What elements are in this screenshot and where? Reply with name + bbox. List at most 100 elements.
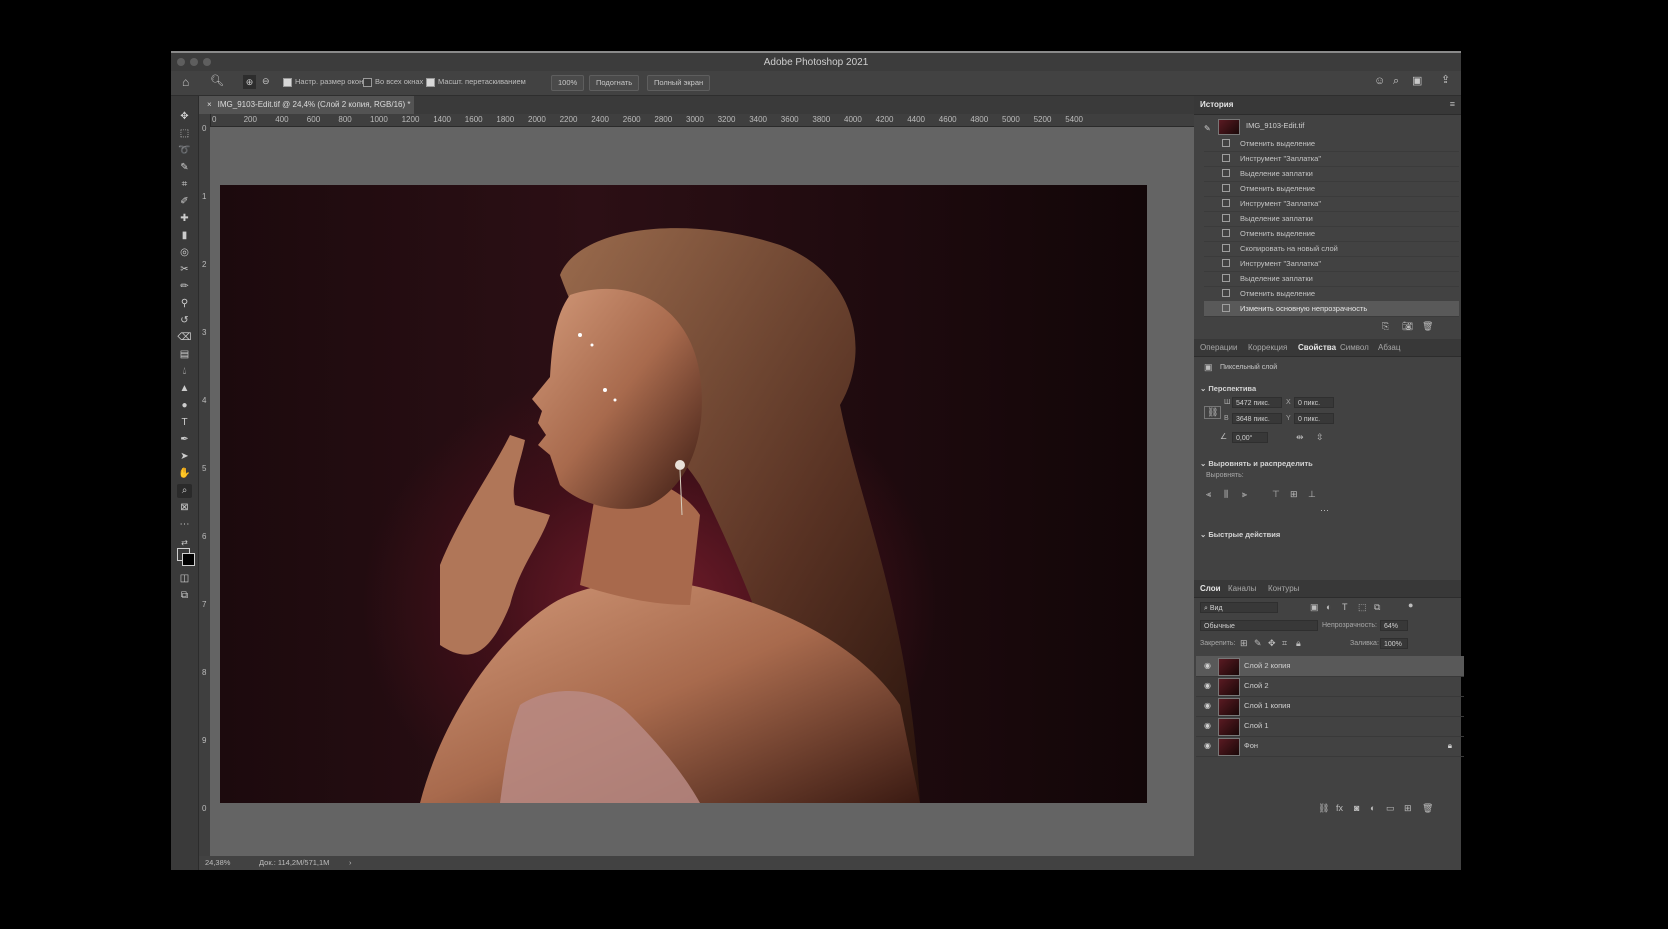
share-icon[interactable]: ⇪ bbox=[1441, 75, 1450, 86]
content-aware-move-icon[interactable]: ✂ bbox=[177, 263, 192, 277]
patch-tool-icon[interactable]: ◎ bbox=[177, 246, 192, 260]
tab-actions[interactable]: Операции bbox=[1200, 343, 1237, 352]
filter-smart-icon[interactable]: ⧉ bbox=[1374, 603, 1380, 612]
history-item[interactable]: Изменить основную непрозрачность bbox=[1204, 301, 1459, 317]
status-arrow-icon[interactable]: › bbox=[349, 856, 352, 870]
hand-tool-icon[interactable]: ✋ bbox=[177, 467, 192, 481]
document-tab[interactable]: × IMG_9103-Edit.tif @ 24,4% (Слой 2 копия… bbox=[199, 96, 414, 114]
zoom-tool-icon[interactable]: ⌕ bbox=[177, 484, 192, 498]
eyedropper-tool-icon[interactable]: ✐ bbox=[177, 195, 192, 209]
flip-horizontal-icon[interactable]: ⇹ bbox=[1296, 433, 1304, 442]
new-group-icon[interactable]: ▭ bbox=[1386, 804, 1395, 813]
zoom-out-icon[interactable]: ⊖ bbox=[262, 77, 270, 86]
add-mask-icon[interactable]: ◙ bbox=[1354, 804, 1359, 813]
lock-artboard-icon[interactable]: ⌗ bbox=[1282, 639, 1287, 648]
tab-paragraph[interactable]: Абзац bbox=[1378, 343, 1400, 352]
gradient-tool-icon[interactable]: ▤ bbox=[177, 348, 192, 362]
horizontal-ruler[interactable]: 0 200 400 600 800 1000 1200 1400 1600 1800 2000 220… bbox=[210, 114, 1318, 127]
link-layers-icon[interactable]: ⛓ bbox=[1318, 804, 1329, 813]
history-item[interactable]: Отменить выделение bbox=[1204, 136, 1459, 152]
history-item[interactable]: Выделение заплатки bbox=[1204, 166, 1459, 182]
workspace-icon[interactable]: ▣ bbox=[1412, 76, 1422, 87]
layer-filter-select[interactable]: ⌕ Вид bbox=[1200, 602, 1278, 613]
crop-tool-icon[interactable]: ⌗ bbox=[177, 178, 192, 192]
eraser-tool-icon[interactable]: ⌫ bbox=[177, 331, 192, 345]
link-dimensions-icon[interactable]: ⛓ bbox=[1204, 406, 1222, 419]
history-brush-source-icon[interactable]: ✎ bbox=[1204, 121, 1211, 137]
search-icon[interactable]: ⌕ bbox=[1393, 76, 1399, 87]
type-tool-icon[interactable]: T bbox=[177, 416, 192, 430]
zoom-tool-preset-icon[interactable]: 🔍︎ bbox=[210, 76, 224, 87]
history-snapshot[interactable]: ✎ IMG_9103-Edit.tif bbox=[1204, 118, 1459, 137]
all-windows-checkbox[interactable]: Во всех окнах bbox=[363, 77, 423, 87]
flip-vertical-icon[interactable]: ⇳ bbox=[1316, 433, 1324, 442]
scrubby-zoom-checkbox[interactable]: Масшт. перетаскиванием bbox=[426, 77, 526, 87]
quick-mask-icon[interactable]: ◫ bbox=[177, 572, 192, 586]
frame-tool-icon[interactable]: ⊠ bbox=[177, 501, 192, 515]
history-item[interactable]: Отменить выделение bbox=[1204, 286, 1459, 302]
lasso-tool-icon[interactable]: ➰ bbox=[177, 144, 192, 158]
panel-menu-icon[interactable]: ≡ bbox=[1450, 100, 1455, 109]
tab-layers[interactable]: Слои bbox=[1200, 584, 1221, 593]
fit-screen-button[interactable]: Подогнать bbox=[589, 75, 640, 91]
dodge-tool-icon[interactable]: ● bbox=[177, 399, 192, 413]
visibility-eye-icon[interactable]: ◉ bbox=[1204, 722, 1213, 730]
delete-layer-icon[interactable]: 🗑︎ bbox=[1422, 804, 1433, 813]
marquee-tool-icon[interactable]: ⬚ bbox=[177, 127, 192, 141]
resize-windows-checkbox[interactable]: Настр. размер окон bbox=[283, 77, 363, 87]
visibility-eye-icon[interactable]: ◉ bbox=[1204, 742, 1213, 750]
align-bottom-icon[interactable]: ⊥ bbox=[1308, 490, 1316, 499]
blend-mode-select[interactable]: Обычные bbox=[1200, 620, 1318, 631]
layer-row[interactable]: ◉ Слой 1 копия bbox=[1196, 696, 1464, 717]
layer-row[interactable]: ◉ Слой 1 bbox=[1196, 716, 1464, 737]
clone-stamp-tool-icon[interactable]: ⚲ bbox=[177, 297, 192, 311]
status-zoom[interactable]: 24,38% bbox=[205, 856, 230, 870]
history-item[interactable]: Отменить выделение bbox=[1204, 226, 1459, 242]
tab-paths[interactable]: Контуры bbox=[1268, 584, 1299, 593]
history-item[interactable]: Выделение заплатки bbox=[1204, 211, 1459, 227]
lock-position-icon[interactable]: ✥ bbox=[1268, 639, 1276, 648]
close-tab-icon[interactable]: × bbox=[207, 100, 212, 109]
sharpen-tool-icon[interactable]: ▲ bbox=[177, 382, 192, 396]
width-field[interactable]: 5472 пикс. bbox=[1232, 397, 1282, 408]
zoom-100-button[interactable]: 100% bbox=[551, 75, 585, 91]
new-layer-icon[interactable]: ⊞ bbox=[1404, 804, 1412, 813]
tab-channels[interactable]: Каналы bbox=[1228, 584, 1256, 593]
layer-row[interactable]: ◉ Слой 2 копия bbox=[1196, 656, 1464, 677]
background-color-swatch[interactable] bbox=[182, 553, 195, 566]
pen-tool-icon[interactable]: ✒ bbox=[177, 433, 192, 447]
history-item[interactable]: Инструмент "Заплатка" bbox=[1204, 256, 1459, 272]
visibility-eye-icon[interactable]: ◉ bbox=[1204, 662, 1213, 670]
screen-mode-icon[interactable]: ⧉ bbox=[177, 589, 192, 603]
home-icon[interactable]: ⌂ bbox=[182, 76, 189, 88]
opacity-field[interactable]: 64% bbox=[1380, 620, 1408, 631]
delete-state-icon[interactable]: 🗑︎ bbox=[1422, 322, 1433, 331]
history-item[interactable]: Инструмент "Заплатка" bbox=[1204, 151, 1459, 167]
filter-type-icon[interactable]: T bbox=[1342, 603, 1348, 612]
align-center-h-icon[interactable]: ⫼ bbox=[1224, 490, 1228, 499]
zoom-in-icon[interactable]: ⊕ bbox=[243, 75, 256, 89]
angle-field[interactable]: 0,00° bbox=[1232, 432, 1268, 443]
brush-tool-icon[interactable]: ✏ bbox=[177, 280, 192, 294]
lock-transparent-icon[interactable]: ⊞ bbox=[1240, 639, 1248, 648]
history-item[interactable]: Скопировать на новый слой bbox=[1204, 241, 1459, 257]
visibility-eye-icon[interactable]: ◉ bbox=[1204, 682, 1213, 690]
more-tools-icon[interactable]: ⋯ bbox=[177, 518, 192, 532]
document-image[interactable] bbox=[220, 185, 1147, 803]
history-brush-tool-icon[interactable]: ↺ bbox=[177, 314, 192, 328]
quick-select-tool-icon[interactable]: ✎ bbox=[177, 161, 192, 175]
filter-toggle-icon[interactable]: ● bbox=[1408, 601, 1413, 610]
section-transform[interactable]: ⌄ Перспектива bbox=[1200, 384, 1256, 393]
height-field[interactable]: 3648 пикс. bbox=[1232, 413, 1282, 424]
healing-brush-tool-icon[interactable]: ▮ bbox=[177, 229, 192, 243]
tab-properties[interactable]: Свойства bbox=[1298, 343, 1336, 352]
create-snapshot-icon[interactable]: 📷︎ bbox=[1402, 322, 1413, 331]
visibility-eye-icon[interactable]: ◉ bbox=[1204, 702, 1213, 710]
filter-pixel-icon[interactable]: ▣ bbox=[1310, 603, 1319, 612]
history-item[interactable]: Выделение заплатки bbox=[1204, 271, 1459, 287]
filter-shape-icon[interactable]: ⬚ bbox=[1358, 603, 1367, 612]
layer-row[interactable]: ◉ Слой 2 bbox=[1196, 676, 1464, 697]
x-field[interactable]: 0 пикс. bbox=[1294, 397, 1334, 408]
path-select-tool-icon[interactable]: ➤ bbox=[177, 450, 192, 464]
section-quick-actions[interactable]: ⌄ Быстрые действия bbox=[1200, 530, 1280, 539]
